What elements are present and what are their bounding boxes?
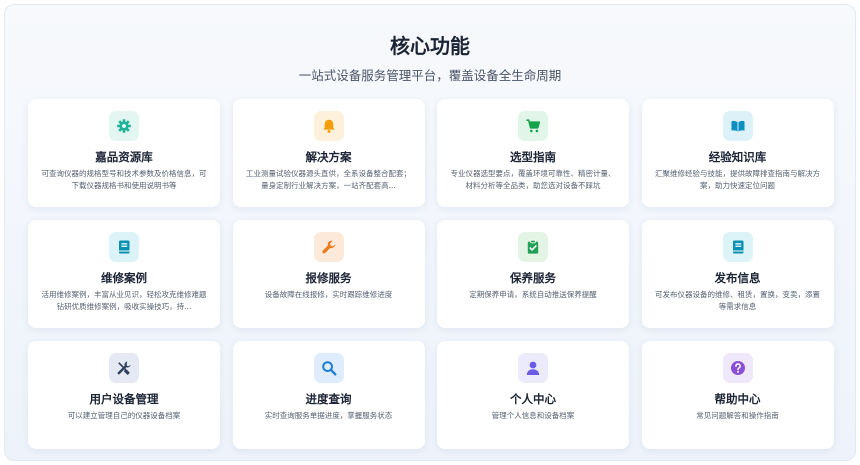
page-title: 核心功能 [390,34,470,58]
feature-card-title: 经验知识库 [708,150,767,164]
feature-card-title: 选型指南 [510,150,556,164]
feature-card-description: 活用维修案例，丰富从业见识，轻松攻克维修难题 钻研优质维修案例，吸收实操技巧，持… [41,290,207,311]
feature-card[interactable]: 保养服务定期保养申请，系统自动推送保养提醒 [437,220,629,328]
feature-card-description: 工业测量试验仪器源头直供，全系设备整合配套；量身定制行业解决方案，一站齐配套高.… [246,169,411,190]
feature-card-title: 维修案例 [101,271,147,285]
feature-card-description: 可以建立管理自己的仪器设备档案 [67,411,181,420]
feature-card[interactable]: 经验知识库汇聚维修经验与技能，提供故障排查指南与解决方案，助力快速定位问题 [641,99,834,207]
feature-card-title: 帮助中心 [714,392,761,406]
book-open-icon [722,111,753,141]
feature-card[interactable]: 维修案例活用维修案例，丰富从业见识，轻松攻克维修难题 钻研优质维修案例，吸收实操… [28,220,220,328]
clipboard-check-icon [518,232,548,262]
feature-card-title: 解决方案 [305,150,352,164]
feature-card[interactable]: 选型指南专业仪器选型要点，覆盖环境可靠性、精密计量、材料分析等全品类，助您选对设… [437,99,629,207]
feature-card[interactable]: 嘉品资源库可查询仪器的规格型号和技术参数及价格信息，可下载仪器规格书和使用说明书… [28,99,220,207]
feature-card-description: 常见问题解答和操作指南 [696,411,779,420]
feature-card[interactable]: 个人中心管理个人信息和设备档案 [437,341,629,449]
feature-card-title: 发布信息 [714,271,761,285]
feature-card-title: 报修服务 [305,271,352,285]
cart-icon [518,111,548,141]
wrench-icon [313,232,344,262]
gear-icon [109,111,139,141]
question-icon [722,353,753,383]
core-features-panel: 核心功能 一站式设备服务管理平台，覆盖设备全生命周期 嘉品资源库可查询仪器的规格… [4,4,856,461]
feature-card[interactable]: 进度查询实时查询服务单据进度，掌握服务状态 [232,341,425,449]
feature-card[interactable]: 发布信息可发布仪器设备的维修、租赁，置换，变卖，添置等需求信息 [641,220,834,328]
feature-card[interactable]: 解决方案工业测量试验仪器源头直供，全系设备整合配套；量身定制行业解决方案，一站齐… [232,99,425,207]
search-icon [313,353,344,383]
feature-card[interactable]: 帮助中心常见问题解答和操作指南 [641,341,834,449]
feature-grid: 嘉品资源库可查询仪器的规格型号和技术参数及价格信息，可下载仪器规格书和使用说明书… [28,99,834,449]
feature-card-description: 定期保养申请，系统自动推送保养提醒 [469,290,597,299]
feature-card-title: 进度查询 [305,392,352,406]
tools-icon [109,353,139,383]
feature-card-description: 可发布仪器设备的维修、租赁，置换，变卖，添置等需求信息 [655,290,820,311]
feature-card-title: 个人中心 [510,392,556,406]
feature-card-description: 设备故障在线报修，实时跟踪维修进度 [264,290,393,299]
feature-card-title: 嘉品资源库 [95,150,153,164]
feature-card-description: 专业仪器选型要点，覆盖环境可靠性、精密计量、材料分析等全品类，助您选对设备不踩坑 [450,169,616,190]
feature-card[interactable]: 用户设备管理可以建立管理自己的仪器设备档案 [28,341,220,449]
feature-card[interactable]: 报修服务设备故障在线报修，实时跟踪维修进度 [232,220,425,328]
feature-card-description: 汇聚维修经验与技能，提供故障排查指南与解决方案，助力快速定位问题 [655,169,820,190]
book-icon [109,232,139,262]
book-icon [722,232,753,262]
user-icon [518,353,548,383]
feature-card-description: 管理个人信息和设备档案 [491,411,575,420]
feature-card-description: 可查询仪器的规格型号和技术参数及价格信息，可下载仪器规格书和使用说明书等 [41,169,207,190]
feature-card-title: 用户设备管理 [89,392,159,406]
feature-card-description: 实时查询服务单据进度，掌握服务状态 [264,411,393,420]
feature-card-title: 保养服务 [510,271,556,285]
page-subtitle: 一站式设备服务管理平台，覆盖设备全生命周期 [298,68,562,83]
bell-icon [313,111,344,141]
